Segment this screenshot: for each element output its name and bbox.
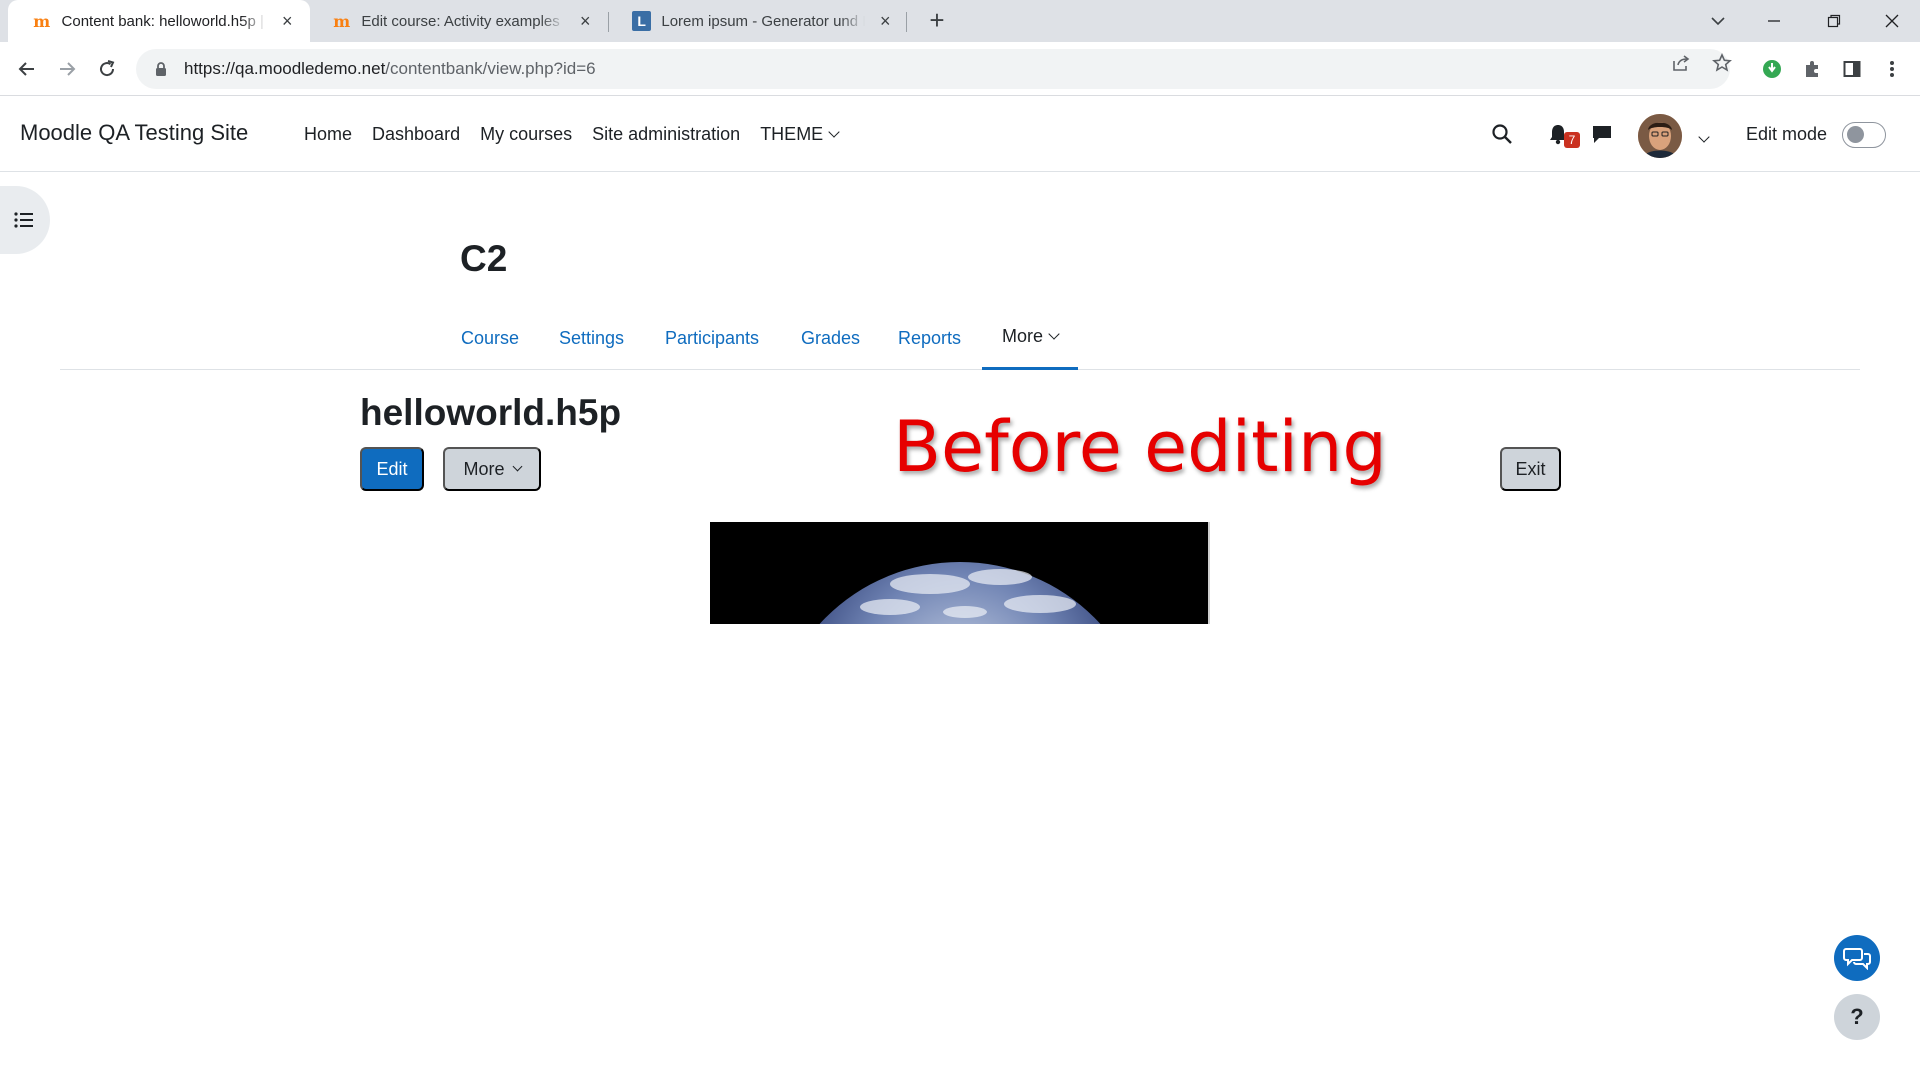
chevron-down-icon	[828, 125, 840, 138]
nav-theme-dropdown[interactable]: THEME	[750, 124, 848, 145]
nav-home[interactable]: Home	[294, 124, 362, 145]
tab-more-label: More	[1002, 326, 1044, 346]
tab-reports[interactable]: Reports	[898, 306, 961, 370]
messages-icon[interactable]	[1588, 120, 1616, 148]
site-name-link[interactable]: Moodle QA Testing Site	[20, 120, 248, 146]
user-avatar-image	[1638, 114, 1682, 158]
nav-theme-label: THEME	[760, 123, 824, 144]
tab-participants[interactable]: Participants	[665, 306, 759, 370]
browser-tab-strip: m Content bank: helloworld.h5p | Moodle …	[0, 0, 1920, 42]
browser-toolbar: https://qa.moodledemo.net/contentbank/vi…	[0, 42, 1920, 96]
moodle-navbar: Moodle QA Testing Site Home Dashboard My…	[0, 96, 1920, 172]
url-host: https://qa.moodledemo.net	[184, 59, 386, 78]
minimize-icon	[1768, 20, 1780, 22]
tab-separator	[906, 12, 907, 32]
primary-navigation: Home Dashboard My courses Site administr…	[294, 96, 848, 172]
lorem-icon: L	[632, 11, 652, 31]
tab-course[interactable]: Course	[461, 306, 519, 370]
restore-button[interactable]	[1806, 0, 1862, 42]
bookmark-star-icon[interactable]	[1711, 52, 1733, 74]
side-panel-icon[interactable]	[1838, 55, 1866, 83]
nav-my-courses[interactable]: My courses	[470, 124, 582, 145]
minimize-button[interactable]	[1746, 0, 1802, 42]
browser-menu-icon[interactable]	[1878, 55, 1906, 83]
notification-count-badge: 7	[1564, 132, 1580, 148]
moodle-icon: m	[33, 11, 51, 31]
forward-button[interactable]	[52, 54, 82, 84]
exit-button[interactable]: Exit	[1500, 447, 1561, 491]
reload-icon	[100, 60, 115, 77]
new-tab-button[interactable]: +	[922, 6, 952, 36]
tab-search-button[interactable]	[1690, 0, 1746, 42]
list-icon	[14, 212, 33, 228]
tab-title: Lorem ipsum - Generator und Infos	[661, 12, 865, 30]
address-bar[interactable]: https://qa.moodledemo.net/contentbank/vi…	[136, 49, 1730, 89]
chevron-down-icon	[1048, 328, 1060, 340]
tab-more[interactable]: More	[982, 306, 1079, 370]
chevron-down-icon	[512, 461, 522, 472]
close-icon[interactable]: ×	[877, 11, 894, 32]
close-icon[interactable]: ×	[278, 11, 296, 32]
nav-site-administration[interactable]: Site administration	[582, 124, 750, 145]
edit-mode-label: Edit mode	[1746, 124, 1828, 144]
reload-button[interactable]	[92, 54, 122, 84]
tab-settings[interactable]: Settings	[559, 306, 624, 370]
moodle-icon: m	[333, 11, 351, 31]
annotation-text: Before editing	[893, 406, 1387, 488]
more-actions-button[interactable]: More	[443, 447, 541, 491]
restore-icon	[1827, 14, 1841, 28]
back-button[interactable]	[12, 54, 42, 84]
url-path: /contentbank/view.php?id=6	[385, 59, 596, 78]
close-icon	[1885, 14, 1899, 28]
browser-tab-lorem-ipsum[interactable]: L Lorem ipsum - Generator und Infos ×	[608, 0, 908, 42]
chat-bubbles-icon	[1843, 948, 1871, 970]
nav-dashboard[interactable]: Dashboard	[362, 124, 470, 145]
more-actions-label: More	[463, 458, 505, 479]
browser-tab-edit-course[interactable]: m Edit course: Activity examples | Moodl…	[308, 0, 608, 42]
extension-shield-icon[interactable]	[1758, 55, 1786, 83]
arrow-left-icon	[18, 62, 34, 76]
tab-title: Edit course: Activity examples | Moodle …	[361, 12, 564, 30]
course-title: C2	[460, 238, 508, 279]
edit-mode-toggle[interactable]	[1842, 122, 1886, 148]
search-icon[interactable]	[1488, 120, 1516, 148]
browser-tab-content-bank[interactable]: m Content bank: helloworld.h5p | Moodle …	[8, 0, 310, 42]
help-button[interactable]: ?	[1834, 994, 1880, 1040]
close-icon[interactable]: ×	[577, 11, 594, 32]
edit-button[interactable]: Edit	[360, 447, 424, 491]
window-close-button[interactable]	[1864, 0, 1920, 42]
tab-grades[interactable]: Grades	[801, 306, 860, 370]
course-index-drawer-button[interactable]	[0, 186, 50, 254]
chevron-down-icon	[1711, 17, 1725, 26]
h5p-content-frame[interactable]	[710, 522, 1210, 624]
user-menu-toggle[interactable]	[1693, 128, 1710, 146]
share-icon[interactable]	[1670, 52, 1692, 74]
extensions-puzzle-icon[interactable]	[1798, 55, 1826, 83]
tab-title: Content bank: helloworld.h5p | Moodle QA…	[61, 12, 267, 30]
lock-icon[interactable]	[152, 60, 170, 78]
content-title: helloworld.h5p	[360, 392, 622, 433]
chevron-down-icon	[1698, 131, 1710, 143]
url-text: https://qa.moodledemo.net/contentbank/vi…	[184, 59, 596, 79]
course-secondary-navigation: Course Settings Participants Grades Repo…	[60, 306, 1860, 370]
avatar[interactable]	[1638, 114, 1682, 158]
earth-image	[710, 522, 1208, 624]
chat-button[interactable]	[1834, 935, 1880, 981]
arrow-right-icon	[60, 62, 76, 76]
